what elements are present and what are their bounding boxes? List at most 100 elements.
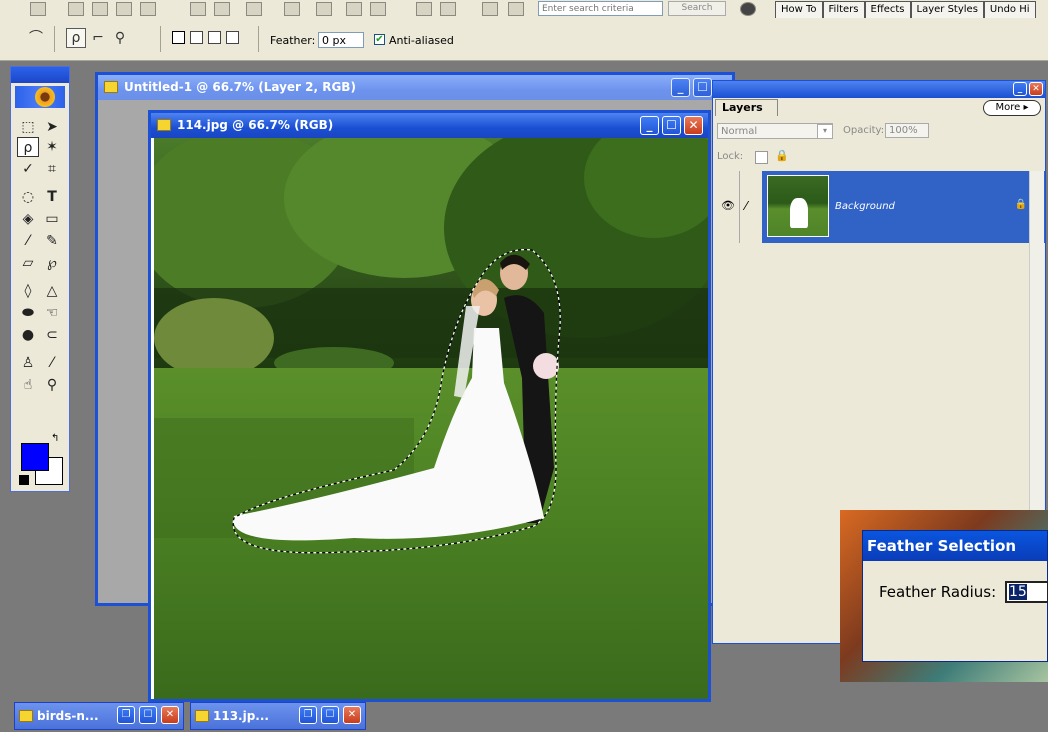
maximize-button[interactable]: ☐ bbox=[139, 706, 157, 724]
more-button[interactable]: More ▸ bbox=[983, 100, 1041, 116]
zoom-tool-icon[interactable]: ⚲ bbox=[41, 375, 63, 395]
polygonal-lasso-icon[interactable]: ⌐ bbox=[88, 28, 108, 48]
eyedropper-icon[interactable]: ⁄ bbox=[41, 353, 63, 373]
elements-logo bbox=[15, 86, 65, 108]
brush-tool-icon[interactable]: ⁄ bbox=[17, 231, 39, 251]
burn-tool-icon[interactable]: ⊂ bbox=[41, 325, 63, 345]
palette-well: How To Filters Effects Layer Styles Undo… bbox=[775, 1, 1036, 18]
search-button[interactable]: Search bbox=[668, 1, 726, 16]
clone-stamp-icon[interactable]: ♙ bbox=[17, 353, 39, 373]
photo-canvas[interactable] bbox=[154, 138, 708, 699]
undo-icon[interactable] bbox=[416, 2, 432, 16]
eraser-tool-icon[interactable]: ▱ bbox=[17, 253, 39, 273]
minimized-window-birds[interactable]: birds-n... ❐ ☐ ✕ bbox=[14, 702, 184, 730]
layers-tab[interactable]: Layers bbox=[715, 99, 778, 116]
eye-icon[interactable]: 👁 bbox=[721, 199, 735, 212]
window-titlebar[interactable]: Untitled-1 @ 66.7% (Layer 2, RGB) _ ☐ bbox=[98, 75, 732, 100]
document-window-114: 114.jpg @ 66.7% (RGB) _ ☐ ✕ bbox=[148, 110, 711, 702]
tab-filters[interactable]: Filters bbox=[822, 1, 865, 18]
dodge-tool-icon[interactable]: ● bbox=[17, 325, 39, 345]
antialiased-label: Anti-aliased bbox=[389, 34, 454, 47]
open-file-icon[interactable] bbox=[68, 2, 84, 16]
lock-all-icon[interactable]: 🔒 bbox=[775, 149, 789, 162]
blur-tool-icon[interactable]: ◊ bbox=[17, 281, 39, 301]
print-icon[interactable] bbox=[190, 2, 206, 16]
smudge-tool-icon[interactable]: ☜ bbox=[41, 303, 63, 323]
antialiased-checkbox[interactable]: ✔ bbox=[374, 34, 385, 45]
maximize-button[interactable]: ☐ bbox=[321, 706, 339, 724]
help-circle-icon[interactable] bbox=[740, 2, 756, 16]
close-button[interactable]: ✕ bbox=[684, 116, 703, 135]
tab-how-to[interactable]: How To bbox=[775, 1, 823, 18]
sponge-tool-icon[interactable]: ⬬ bbox=[17, 303, 39, 323]
new-file-icon[interactable] bbox=[30, 2, 46, 16]
help-icon[interactable] bbox=[508, 2, 524, 16]
print-preview-icon[interactable] bbox=[214, 2, 230, 16]
add-selection-icon[interactable] bbox=[190, 31, 203, 44]
restore-button[interactable]: ❐ bbox=[117, 706, 135, 724]
close-button[interactable]: ✕ bbox=[343, 706, 361, 724]
layer-row-background[interactable]: 👁 ⁄ Background 🔒 bbox=[715, 171, 1045, 243]
sharpen-tool-icon[interactable]: △ bbox=[41, 281, 63, 301]
feather-input[interactable]: 0 px bbox=[318, 32, 364, 48]
close-button[interactable]: ✕ bbox=[161, 706, 179, 724]
magnetic-lasso-icon[interactable]: ⚲ bbox=[110, 28, 130, 48]
type-tool-icon[interactable]: T bbox=[41, 187, 63, 207]
default-colors-icon[interactable] bbox=[19, 475, 29, 485]
redo-icon[interactable] bbox=[440, 2, 456, 16]
lasso-preset-icon[interactable]: ⌒ bbox=[26, 28, 46, 48]
intersect-selection-icon[interactable] bbox=[226, 31, 239, 44]
foreground-color-swatch[interactable] bbox=[21, 443, 49, 471]
maximize-button[interactable]: ☐ bbox=[662, 116, 681, 135]
dialog-title[interactable]: Feather Selection bbox=[863, 531, 1047, 561]
save-icon[interactable] bbox=[116, 2, 132, 16]
tab-layer-styles[interactable]: Layer Styles bbox=[910, 1, 984, 18]
marquee-tool-icon[interactable]: ⬚ bbox=[17, 117, 39, 137]
tab-undo-history[interactable]: Undo Hi bbox=[983, 1, 1036, 18]
feather-radius-label: Feather Radius: bbox=[879, 583, 997, 601]
lasso-tool-icon[interactable]: ρ bbox=[17, 137, 39, 157]
lock-transparency-icon[interactable] bbox=[755, 151, 768, 164]
search-input[interactable] bbox=[538, 1, 663, 16]
shape-tool-icon[interactable]: ◌ bbox=[17, 187, 39, 207]
minimize-button[interactable]: _ bbox=[640, 116, 659, 135]
pencil-tool-icon[interactable]: ✎ bbox=[41, 231, 63, 251]
minimized-window-113[interactable]: 113.jp... ❐ ☐ ✕ bbox=[190, 702, 366, 730]
hand-tool-icon[interactable]: ☝ bbox=[17, 375, 39, 395]
save-web-icon[interactable] bbox=[140, 2, 156, 16]
maximize-button[interactable]: ☐ bbox=[693, 78, 712, 97]
move-tool-icon[interactable]: ➤ bbox=[41, 117, 63, 137]
link-column[interactable]: ⁄ bbox=[740, 171, 762, 243]
step-forward-icon[interactable] bbox=[370, 2, 386, 16]
email-icon[interactable] bbox=[246, 2, 262, 16]
paint-bucket-icon[interactable]: ◈ bbox=[17, 209, 39, 229]
subtract-selection-icon[interactable] bbox=[208, 31, 221, 44]
crop-tool-icon[interactable]: ⌗ bbox=[41, 159, 63, 179]
minimize-button[interactable]: _ bbox=[671, 78, 690, 97]
opacity-input[interactable]: 100% bbox=[885, 123, 929, 138]
magic-wand-icon[interactable]: ✶ bbox=[41, 137, 63, 157]
quick-fix-icon[interactable] bbox=[284, 2, 300, 16]
new-selection-icon[interactable] bbox=[172, 31, 185, 44]
gradient-tool-icon[interactable]: ▭ bbox=[41, 209, 63, 229]
layers-titlebar[interactable]: _ ✕ bbox=[713, 81, 1045, 98]
palette-icon[interactable] bbox=[482, 2, 498, 16]
feather-radius-input[interactable]: 15 bbox=[1005, 581, 1048, 603]
restore-button[interactable]: ❐ bbox=[299, 706, 317, 724]
tab-effects[interactable]: Effects bbox=[864, 1, 911, 18]
toolbox-titlebar[interactable] bbox=[11, 67, 69, 83]
swap-colors-icon[interactable]: ↰ bbox=[51, 433, 59, 444]
window-titlebar[interactable]: 114.jpg @ 66.7% (RGB) _ ☐ ✕ bbox=[151, 113, 708, 138]
palette-close-button[interactable]: ✕ bbox=[1029, 82, 1043, 96]
lasso-tool-icon[interactable]: ρ bbox=[66, 28, 86, 48]
selection-brush-icon[interactable]: ✓ bbox=[17, 159, 39, 179]
color-replace-icon[interactable]: ℘ bbox=[41, 253, 63, 273]
visibility-column[interactable]: 👁 bbox=[715, 171, 740, 243]
palette-minimize-button[interactable]: _ bbox=[1013, 82, 1027, 96]
step-backward-icon[interactable] bbox=[346, 2, 362, 16]
layer-name: Background bbox=[835, 201, 895, 212]
blend-mode-select[interactable]: Normal bbox=[717, 123, 833, 139]
chevron-down-icon[interactable]: ▾ bbox=[817, 124, 833, 139]
red-eye-icon[interactable] bbox=[316, 2, 332, 16]
browse-icon[interactable] bbox=[92, 2, 108, 16]
